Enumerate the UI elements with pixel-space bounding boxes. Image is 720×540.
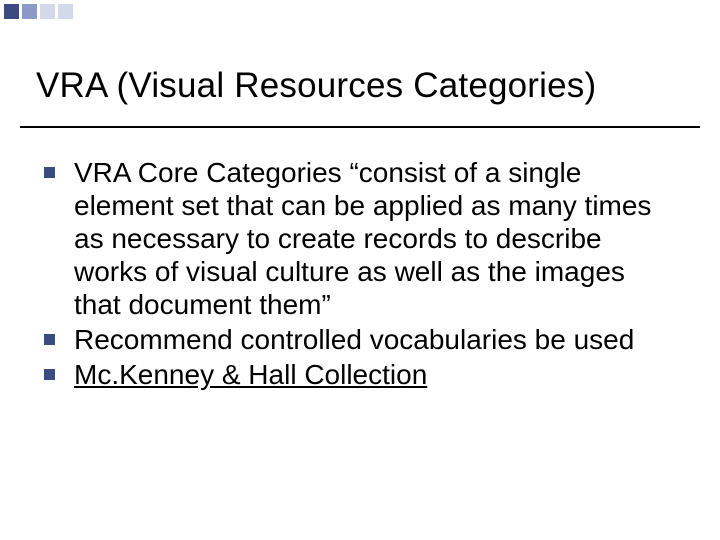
deco-square-icon: [4, 4, 19, 19]
square-bullet-icon: [44, 167, 55, 178]
slide-body: VRA Core Categories “consist of a single…: [44, 156, 676, 393]
corner-decoration: [4, 4, 73, 19]
list-item: Recommend controlled vocabularies be use…: [44, 323, 676, 356]
bullet-link[interactable]: Mc.Kenney & Hall Collection: [74, 359, 427, 390]
square-bullet-icon: [44, 334, 55, 345]
deco-square-icon: [22, 4, 37, 19]
list-item: VRA Core Categories “consist of a single…: [44, 156, 676, 321]
list-item: Mc.Kenney & Hall Collection: [44, 358, 676, 391]
slide-title: VRA (Visual Resources Categories): [36, 66, 684, 106]
bullet-text: VRA Core Categories “consist of a single…: [74, 157, 651, 320]
bullet-text: Recommend controlled vocabularies be use…: [74, 324, 634, 355]
title-underline: [20, 126, 700, 128]
slide: VRA (Visual Resources Categories) VRA Co…: [0, 0, 720, 540]
square-bullet-icon: [44, 369, 55, 380]
deco-square-icon: [40, 4, 55, 19]
deco-square-icon: [58, 4, 73, 19]
